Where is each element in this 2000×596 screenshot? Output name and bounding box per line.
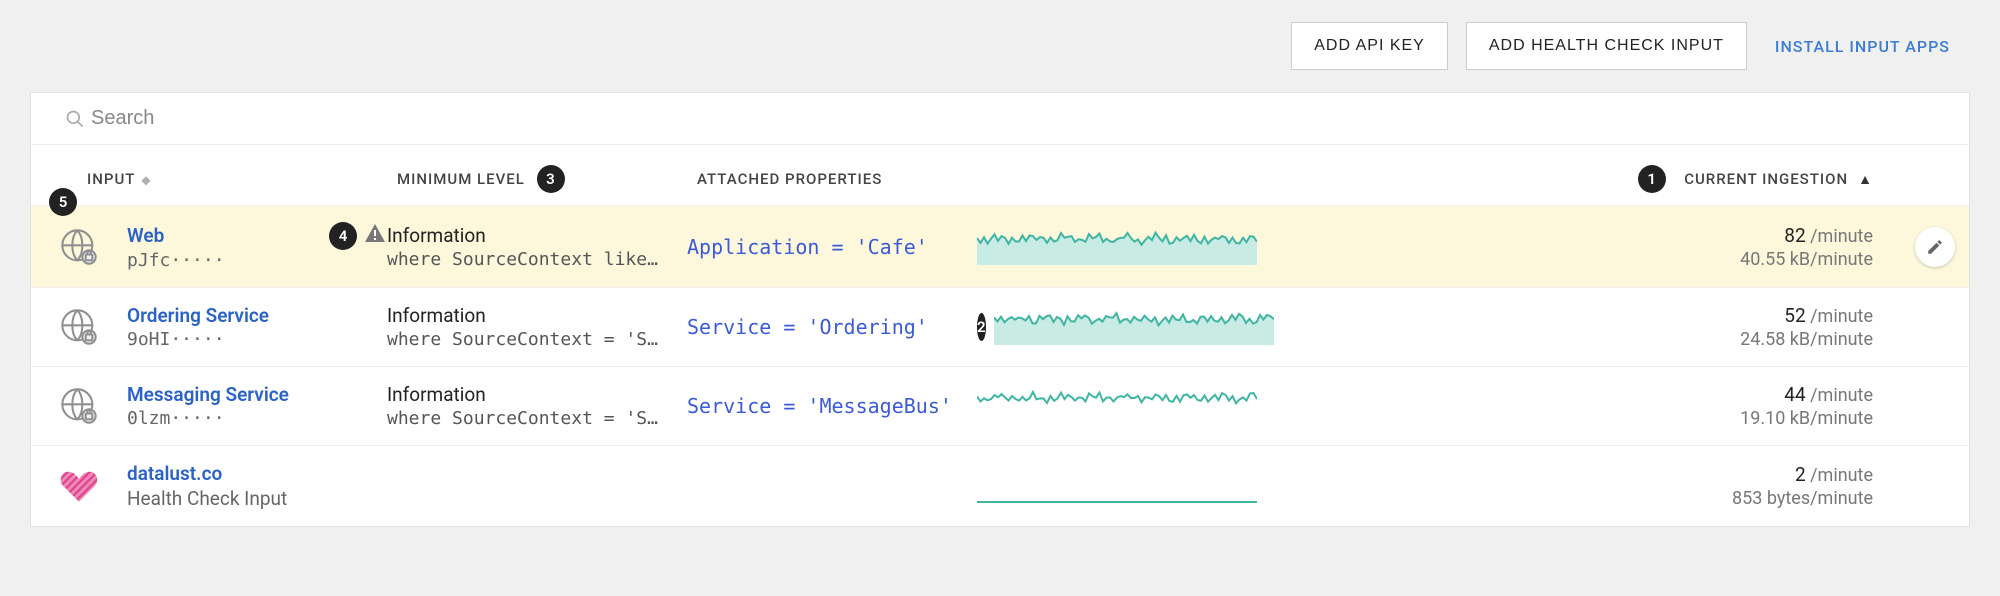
ingestion-rate: 44 /minute	[1267, 383, 1873, 406]
col-input-header[interactable]: INPUT ◆	[87, 170, 397, 188]
sparkline-cell	[977, 464, 1267, 508]
input-name-cell: Ordering Service9oHI·····	[127, 304, 387, 350]
filter-expression: where SourceContext = 'Seq…	[387, 408, 667, 429]
globe-lock-icon	[31, 307, 127, 347]
col-ingestion-header[interactable]: 1 CURRENT INGESTION ▲	[1277, 165, 1933, 193]
attached-properties: Service = 'MessageBus'	[687, 394, 977, 418]
ingestion-rate: 82 /minute	[1267, 224, 1873, 247]
ingestion-cell: 52 /minute24.58 kB/minute	[1267, 304, 1933, 350]
search-input[interactable]	[91, 107, 1951, 130]
input-name-cell: datalust.coHealth Check Input	[127, 462, 387, 510]
callout-badge-1: 1	[1638, 165, 1666, 193]
globe-lock-icon	[31, 386, 127, 426]
install-input-apps-link[interactable]: INSTALL INPUT APPS	[1765, 23, 1960, 70]
input-name-link[interactable]: Messaging Service	[127, 383, 289, 406]
globe-lock-icon	[31, 227, 127, 267]
sparkline-cell: 2	[977, 305, 1267, 349]
sort-diamond-icon: ◆	[141, 173, 151, 187]
callout-badge-2: 2	[977, 313, 986, 341]
filter-expression: where SourceContext = 'Seq…	[387, 329, 667, 350]
input-name-link[interactable]: datalust.co	[127, 462, 222, 485]
attached-properties: Application = 'Cafe'	[687, 235, 977, 259]
table-row[interactable]: Messaging Service0lzm·····Informationwhe…	[31, 366, 1969, 445]
level-cell: Informationwhere SourceContext = 'Seq…	[387, 304, 687, 350]
api-key-preview: pJfc·····	[127, 250, 387, 271]
table-header: INPUT ◆ MINIMUM LEVEL 3 ATTACHED PROPERTI…	[31, 145, 1969, 205]
col-props-header: ATTACHED PROPERTIES	[697, 170, 987, 188]
ingestion-bytes: 19.10 kB/minute	[1267, 408, 1873, 429]
table-row[interactable]: Ordering Service9oHI·····Informationwher…	[31, 287, 1969, 366]
sort-arrow-icon: ▲	[1858, 171, 1873, 188]
warning-icon	[357, 222, 387, 250]
input-name-link[interactable]: Ordering Service	[127, 304, 269, 327]
input-name-cell: Messaging Service0lzm·····	[127, 383, 387, 429]
col-level-label: MINIMUM LEVEL	[397, 170, 525, 188]
search-icon	[65, 109, 85, 129]
col-level-header: MINIMUM LEVEL 3	[397, 165, 697, 193]
table-row[interactable]: Web 4pJfc·····Informationwhere SourceCont…	[31, 205, 1969, 287]
callout-badge-4: 4	[329, 222, 357, 250]
minimum-level-value: Information	[387, 224, 687, 247]
edit-button[interactable]	[1915, 227, 1955, 267]
sparkline-chart	[977, 464, 1257, 508]
input-subtitle: Health Check Input	[127, 487, 387, 510]
sparkline-chart	[977, 384, 1257, 428]
ingestion-bytes: 24.58 kB/minute	[1267, 329, 1873, 350]
ingestion-cell: 2 /minute853 bytes/minute	[1267, 463, 1933, 509]
ingestion-bytes: 853 bytes/minute	[1267, 488, 1873, 509]
add-health-check-button[interactable]: ADD HEALTH CHECK INPUT	[1466, 22, 1747, 70]
callout-badge-3: 3	[537, 165, 565, 193]
minimum-level-value: Information	[387, 383, 687, 406]
api-key-preview: 9oHI·····	[127, 329, 387, 350]
api-key-preview: 0lzm·····	[127, 408, 387, 429]
search-row	[31, 93, 1969, 145]
heart-icon	[31, 465, 127, 507]
input-name-cell: Web 4pJfc·····	[127, 222, 387, 271]
minimum-level-value: Information	[387, 304, 687, 327]
ingestion-rate: 2 /minute	[1267, 463, 1873, 486]
level-cell: Informationwhere SourceContext = 'Seq…	[387, 383, 687, 429]
ingestion-rate: 52 /minute	[1267, 304, 1873, 327]
sparkline-cell	[977, 225, 1267, 269]
callout-badge-5: 5	[49, 188, 77, 216]
ingestion-cell: 44 /minute19.10 kB/minute	[1267, 383, 1933, 429]
inputs-panel: 5 INPUT ◆ MINIMUM LEVEL 3 ATTACHED PROPER…	[30, 92, 1970, 527]
input-name-link[interactable]: Web	[127, 224, 164, 247]
attached-properties: Service = 'Ordering'	[687, 315, 977, 339]
filter-expression: where SourceContext like '…	[387, 249, 667, 270]
ingestion-cell: 82 /minute40.55 kB/minute	[1267, 224, 1933, 270]
col-input-label: INPUT	[87, 170, 135, 188]
add-api-key-button[interactable]: ADD API KEY	[1291, 22, 1448, 70]
col-ingestion-label: CURRENT INGESTION	[1684, 170, 1848, 188]
sparkline-chart	[977, 225, 1257, 269]
ingestion-bytes: 40.55 kB/minute	[1267, 249, 1873, 270]
toolbar: ADD API KEY ADD HEALTH CHECK INPUT INSTA…	[0, 0, 2000, 92]
table-row[interactable]: datalust.coHealth Check Input 2 /minute85…	[31, 445, 1969, 526]
sparkline-cell	[977, 384, 1267, 428]
sparkline-chart	[994, 305, 1274, 349]
level-cell: Informationwhere SourceContext like '…	[387, 224, 687, 270]
